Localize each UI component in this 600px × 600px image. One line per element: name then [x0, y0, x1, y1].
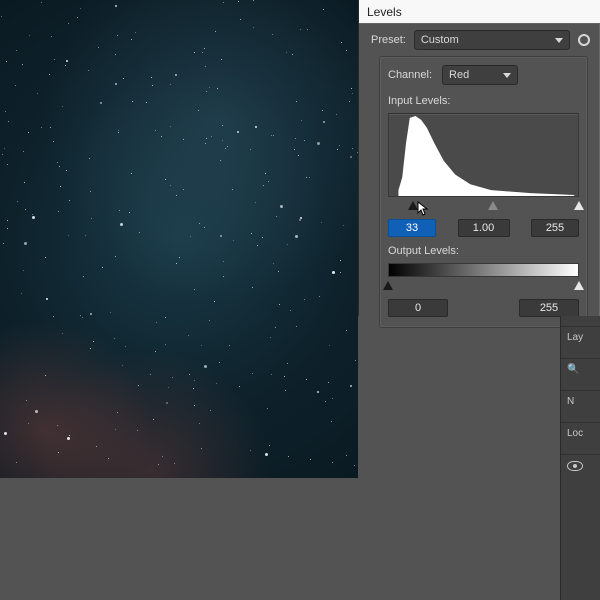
input-slider-track[interactable]: [388, 201, 579, 213]
black-point-slider[interactable]: [408, 201, 418, 210]
output-white-field[interactable]: 255: [519, 299, 579, 317]
levels-dialog: Levels Preset: Custom Channel: Red Input…: [358, 0, 600, 316]
preset-dropdown[interactable]: Custom: [414, 30, 570, 50]
eye-icon: [567, 461, 583, 471]
side-panel: Lay 🔍 N Loc: [560, 316, 600, 600]
input-gamma-field[interactable]: 1.00: [458, 219, 510, 237]
document-canvas[interactable]: [0, 0, 358, 478]
cursor-icon: [417, 201, 429, 217]
preset-label: Preset:: [371, 34, 406, 46]
output-levels-label: Output Levels:: [388, 245, 579, 257]
channel-value: Red: [449, 69, 469, 81]
levels-controls: Channel: Red Input Levels: 33 1.00 255: [379, 56, 588, 328]
output-white-slider[interactable]: [574, 281, 584, 290]
histogram[interactable]: [388, 113, 579, 197]
input-white-field[interactable]: 255: [531, 219, 579, 237]
chevron-down-icon: [503, 73, 511, 78]
chevron-down-icon: [555, 38, 563, 43]
output-black-field[interactable]: 0: [388, 299, 448, 317]
histogram-shape: [389, 114, 578, 196]
dialog-title: Levels: [367, 5, 402, 19]
input-levels-label: Input Levels:: [388, 95, 579, 107]
white-point-slider[interactable]: [574, 201, 584, 210]
side-item-n[interactable]: N: [561, 390, 600, 412]
side-item-lock[interactable]: Loc: [561, 422, 600, 444]
dialog-titlebar[interactable]: Levels: [359, 0, 600, 24]
preset-value: Custom: [421, 34, 459, 46]
visibility-toggle[interactable]: [561, 454, 600, 476]
output-gradient[interactable]: [388, 263, 579, 277]
output-slider-track[interactable]: [388, 281, 579, 293]
channel-dropdown[interactable]: Red: [442, 65, 518, 85]
input-black-field[interactable]: 33: [388, 219, 436, 237]
channel-label: Channel:: [388, 69, 432, 81]
layers-panel-tab[interactable]: Lay: [561, 326, 600, 348]
midtone-slider[interactable]: [488, 201, 498, 210]
output-black-slider[interactable]: [383, 281, 393, 290]
gear-icon[interactable]: [578, 34, 590, 46]
side-search[interactable]: 🔍: [561, 358, 600, 380]
